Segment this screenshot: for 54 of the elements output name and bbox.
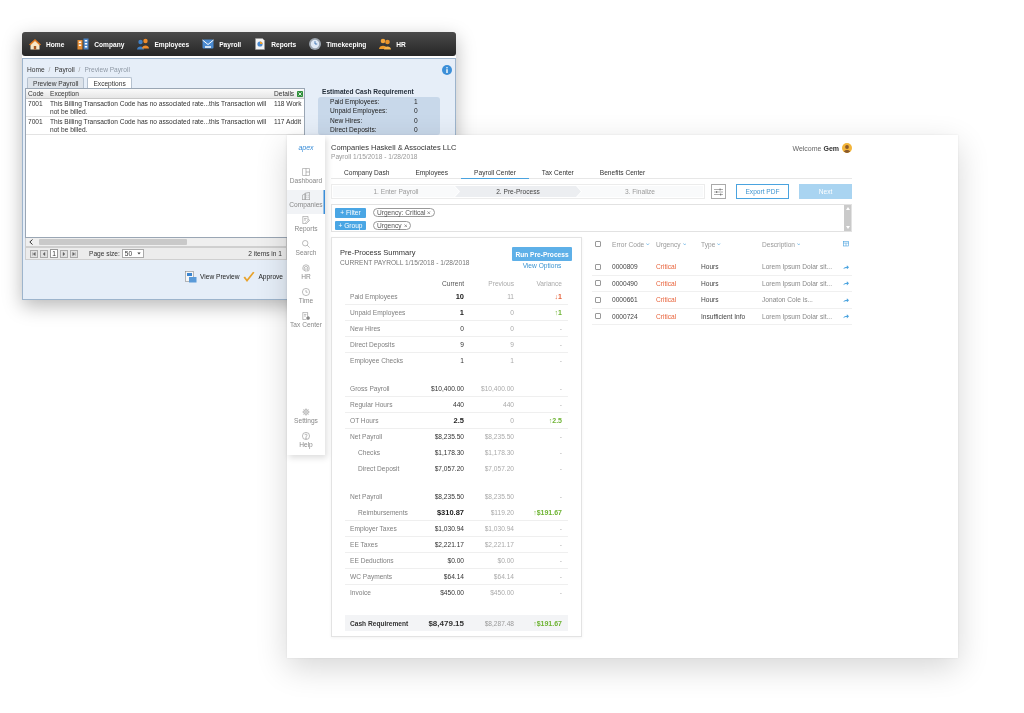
current-value: $8,479.15 bbox=[427, 618, 464, 628]
caret-icon bbox=[797, 242, 801, 246]
checkmark-icon bbox=[243, 270, 256, 283]
caret-icon bbox=[717, 242, 721, 246]
checkbox[interactable] bbox=[595, 313, 601, 320]
scroll-left-icon[interactable] bbox=[29, 239, 33, 245]
people-icon bbox=[379, 38, 392, 50]
settings-icon bbox=[302, 408, 310, 416]
filter-settings-button[interactable] bbox=[711, 184, 726, 199]
last-page-button[interactable] bbox=[70, 249, 78, 258]
previous-page-button[interactable] bbox=[40, 249, 48, 258]
clock-icon bbox=[309, 38, 322, 50]
next-page-button[interactable] bbox=[60, 249, 68, 258]
info-icon[interactable] bbox=[442, 64, 452, 75]
document-icon bbox=[254, 38, 267, 50]
document-icon bbox=[302, 312, 310, 320]
close-icon[interactable] bbox=[403, 223, 408, 227]
avatar-icon[interactable] bbox=[842, 143, 852, 153]
last-page-icon bbox=[72, 251, 76, 256]
spreadsheet-icon[interactable] bbox=[297, 90, 303, 97]
building-icon bbox=[302, 192, 310, 200]
checkbox[interactable] bbox=[595, 280, 601, 287]
share-icon[interactable] bbox=[843, 264, 849, 269]
document-icon bbox=[302, 216, 310, 224]
building-icon bbox=[77, 38, 90, 50]
vertical-scrollbar[interactable] bbox=[844, 205, 851, 231]
people-icon bbox=[137, 38, 150, 50]
previous-page-icon bbox=[42, 251, 46, 256]
close-icon[interactable] bbox=[427, 211, 431, 215]
document-icon bbox=[185, 270, 197, 283]
checkbox[interactable] bbox=[595, 263, 601, 270]
next-page-icon bbox=[62, 251, 66, 256]
share-icon[interactable] bbox=[843, 281, 849, 286]
house-icon bbox=[29, 38, 41, 50]
clock-icon bbox=[302, 288, 310, 296]
checkbox[interactable] bbox=[595, 241, 601, 247]
first-page-button[interactable] bbox=[30, 249, 38, 258]
share-icon[interactable] bbox=[843, 314, 849, 319]
horizontal-scrollbar[interactable] bbox=[25, 238, 287, 247]
caret-icon bbox=[682, 242, 687, 246]
checkbox[interactable] bbox=[595, 296, 601, 303]
fingerprint-icon bbox=[302, 264, 310, 272]
scroll-up-icon[interactable] bbox=[845, 207, 850, 210]
sliders-icon bbox=[714, 187, 723, 196]
caret-icon bbox=[646, 242, 650, 246]
envelope-icon bbox=[202, 38, 215, 50]
scroll-down-icon[interactable] bbox=[845, 226, 850, 229]
columns-icon[interactable] bbox=[843, 241, 849, 247]
caret-icon bbox=[136, 252, 141, 255]
share-icon[interactable] bbox=[843, 297, 849, 302]
first-page-icon bbox=[32, 251, 36, 256]
search-icon bbox=[302, 240, 310, 248]
help-icon bbox=[302, 432, 310, 440]
layout-icon bbox=[302, 168, 310, 176]
